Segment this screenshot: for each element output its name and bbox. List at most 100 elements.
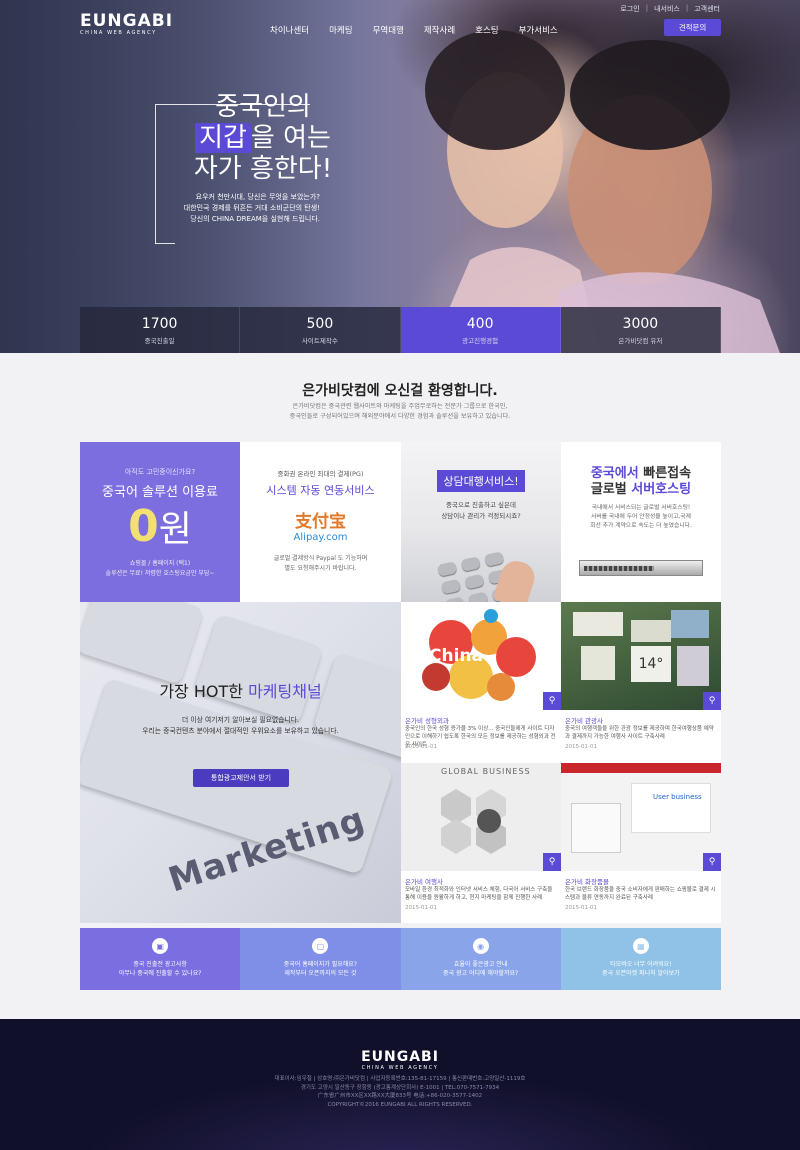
welcome-title: 은가비닷컴에 오신걸 환영합니다. [302,383,498,399]
nav-item-trade[interactable]: 무역대행 [363,24,414,36]
quote-button[interactable]: 견적문의 [664,19,721,36]
marketing-headline: 가장 HOT한 마케팅채널 [159,682,322,701]
globe-icon: ◉ [472,938,489,954]
hero-headline-2: 지갑 을 여는 [178,123,348,154]
marketing-sub: 더 이상 여기저기 알아보실 필요없습니다. 우리는 중국컨텐츠 분야에서 절대적… [142,716,339,735]
info-text: 중국 진출전 광고사항 아무나 중국에 진출할 수 있나요? [118,961,202,977]
info-item-advert[interactable]: ◉ 효율이 좋은광고 안내 중국 광고 어디에 해야할까요? [400,928,561,990]
tile-sub: 국내에서 서비스되는 글로벌 서버호스팅! 서버를 국내에 두어 안정성을 높이고… [590,505,692,529]
phone-keypad-image [425,528,561,602]
portfolio-card[interactable]: 14° ⚲ 은가비 관광사 중국의 여행객들을 위한 관광 정보를 제공하며 한… [561,602,721,763]
free-solution-tile[interactable]: 아직도 고민중이신가요? 중국어 솔루션 이용료 0원 쇼핑몰 / 홈페이지 (… [80,442,240,602]
magnify-icon[interactable]: ⚲ [703,853,721,871]
footer-line: COPYRIGHT©2016 EUNGABI ALL RIGHTS RESERV… [327,1101,473,1108]
info-strip: ▣ 중국 진출전 광고사항 아무나 중국에 진출할 수 있나요? ▢ 중국어 홈페… [80,928,721,990]
welcome-sub-line: 중국인들로 구성되어있으며 해외분야에서 다양한 경험과 솔루션을 보유하고 있… [289,413,511,420]
info-item-ads[interactable]: ▣ 중국 진출전 광고사항 아무나 중국에 진출할 수 있나요? [80,928,241,990]
my-service-link[interactable]: 내서비스 [654,4,680,14]
card-title: 은가비 관광사 [565,717,603,725]
portfolio-card[interactable]: China ⚲ 은가비 성형외과 중국인의 한국 성형 증가율 3% 이상...… [401,602,561,763]
hero-headline-1: 중국인의 [215,92,311,122]
customer-center-link[interactable]: 고객센터 [694,4,720,14]
building-icon: ▣ [152,938,169,954]
consulting-tile[interactable]: 상담대행서비스! 중국으로 진출하고 싶은데 상담이나 관리가 걱정되시죠? [401,442,561,602]
footer-line: 대표이사:임우철 | 상호명:㈜은가비닷컴 | 사업자등록번호:135-81-1… [274,1076,526,1082]
stat-number: 3000 [622,315,659,332]
nav-item-extra[interactable]: 부가서비스 [509,24,568,36]
card-desc: 중국의 여행객들을 위한 관광 정보를 제공하며 한국여행상품 예약과 결제까지… [565,726,714,740]
tile-question: 중화권 온라인 최대의 결제(PG) [277,470,364,478]
hero-shade [0,0,800,353]
portfolio-image-label: China [429,646,483,666]
hero-sub-line: 대한민국 경제를 뒤흔든 거대 소비군단의 탄생! [183,204,320,212]
marketing-tile: 가장 HOT한 마케팅채널 더 이상 여기저기 알아보실 필요없습니다. 우리는 … [80,602,401,923]
stat-days[interactable]: 1700 중국진출일 [80,307,241,353]
info-item-homepage[interactable]: ▢ 중국어 홈페이지가 필요해요? 제작부터 오픈까지의 모든 것 [240,928,401,990]
hosting-tile[interactable]: 중국에서 빠른접속 글로벌 서버호스팅 국내에서 서비스되는 글로벌 서버호스팅… [561,442,721,602]
hero-highlight: 지갑 [195,123,251,153]
welcome-sub-line: 은가비닷컴은 중국관련 웹사이트와 마케팅을 주업무로하는 전문가 그룹으로 한… [292,403,508,410]
hero-subtext: 요우커 천만시대, 당신은 무엇을 보았는가? 대한민국 경제를 뒤흔든 거대 … [160,192,320,225]
tile-headline: 상담대행서비스! [437,470,525,492]
stat-number: 500 [306,315,334,332]
tile-headline: 시스템 자동 연동서비스 [266,484,375,497]
portfolio-image: 14° [561,602,721,710]
stat-label: 중국진출일 [144,336,175,345]
ad-proposal-button[interactable]: 통합광고제안서 받기 [193,769,289,787]
stat-label: 사이트제작수 [301,336,338,345]
portfolio-image: User business [561,763,721,871]
info-text: 중국어 홈페이지가 필요해요? 제작부터 오픈까지의 모든 것 [283,961,357,977]
welcome-subtext: 은가비닷컴은 중국관련 웹사이트와 마케팅을 주업무로하는 전문가 그룹으로 한… [270,402,530,422]
portfolio-card[interactable]: GLOBAL BUSINESS ⚲ 은가비 여행사 모바일 환경 최적화와 인터… [401,763,561,923]
portfolio-image: China [401,602,561,710]
site-logo[interactable]: EUNGABI CHINA WEB AGENCY [80,13,173,37]
tile-sub: 글로벌 결제방식 Paypal 도 기능하며 별도 요청해주시기 바랍니다. [273,555,368,572]
nav-item-portfolio[interactable]: 제작사례 [414,24,465,36]
card-desc: 한국 브랜드 화장품을 중국 소비자에게 판매하는 쇼핑몰로 결제 시스템과 물… [565,887,716,901]
card-desc: 모바일 환경 최적화와 인터넷 서비스 체험, 다국어 서비스 구축을 통해 이… [405,887,553,901]
server-image [579,560,703,576]
login-link[interactable]: 로그인 [620,4,639,14]
alipay-logo: 支付宝 Alipay.com [293,512,348,543]
nav-item-hosting[interactable]: 호스팅 [465,24,508,36]
hero-headline-3: 자가 흥한다! [193,154,333,184]
footer-logo[interactable]: EUNGABI CHINA WEB AGENCY [0,1049,800,1071]
top-utility-links: 로그인 | 내서비스 | 고객센터 [620,4,720,14]
monitor-icon: ▢ [312,938,329,954]
stat-sites[interactable]: 500 사이트제작수 [240,307,401,353]
nav-item-marketing[interactable]: 마케팅 [319,24,362,36]
stat-number: 1700 [141,315,178,332]
card-title: 은가비 화장품몰 [565,878,609,886]
magnify-icon[interactable]: ⚲ [543,692,561,710]
portfolio-image-label: 14° [631,646,671,682]
hero-headline-2-rest: 을 여는 [250,123,331,153]
card-date: 2015-01-01 [565,744,597,750]
hero-sub-line: 요우커 천만시대, 당신은 무엇을 보았는가? [195,193,320,201]
portfolio-image: GLOBAL BUSINESS [401,763,561,871]
card-date: 2015-01-01 [405,905,437,911]
footer-line: 경기도 고양시 일산동구 장항동 (광고통계상단회사) E-1001 | TEL… [300,1084,500,1091]
payment-tile[interactable]: 중화권 온라인 최대의 결제(PG) 시스템 자동 연동서비스 支付宝 Alip… [240,442,401,602]
card-date: 2015-01-01 [405,744,437,750]
calendar-icon: ▦ [632,938,649,954]
nav-item-china-center[interactable]: 차이나센터 [270,24,319,36]
won-label: 원 [158,509,192,550]
info-text: 효율이 좋은광고 안내 중국 광고 어디에 해야할까요? [443,961,519,977]
stat-label: 광고진행경험 [462,336,499,345]
magnify-icon[interactable]: ⚲ [543,853,561,871]
tile-question: 아직도 고민중이신가요? [124,468,196,476]
tile-headline: 중국어 솔루션 이용료 [102,485,218,500]
main-nav: 차이나센터 마케팅 무역대행 제작사례 호스팅 부가서비스 [270,24,568,36]
zero-digit: 0 [128,501,159,552]
stat-users[interactable]: 3000 은가비닷컴 유저 [560,307,721,353]
tile-headline: 중국에서 빠른접속 글로벌 서버호스팅 [590,466,692,497]
magnify-icon[interactable]: ⚲ [703,692,721,710]
card-title: 은가비 여행사 [405,878,443,886]
footer-line: 广东省广州市XX区XX路XX大厦833号 电话:+86-020-3577-140… [317,1093,483,1099]
tile-sub: 중국으로 진출하고 싶은데 상담이나 관리가 걱정되시죠? [441,501,521,520]
stat-ads[interactable]: 400 광고진행경험 [400,307,561,353]
portfolio-card[interactable]: User business ⚲ 은가비 화장품몰 한국 브랜드 화장품을 중국 … [561,763,721,923]
info-item-taobao[interactable]: ▦ 타오바오 너무 어려워요! 중국 오픈마켓 파니칙 알아보기 [560,928,721,990]
card-title: 은가비 성형외과 [405,717,449,725]
portfolio-image-label: User business [653,793,702,801]
